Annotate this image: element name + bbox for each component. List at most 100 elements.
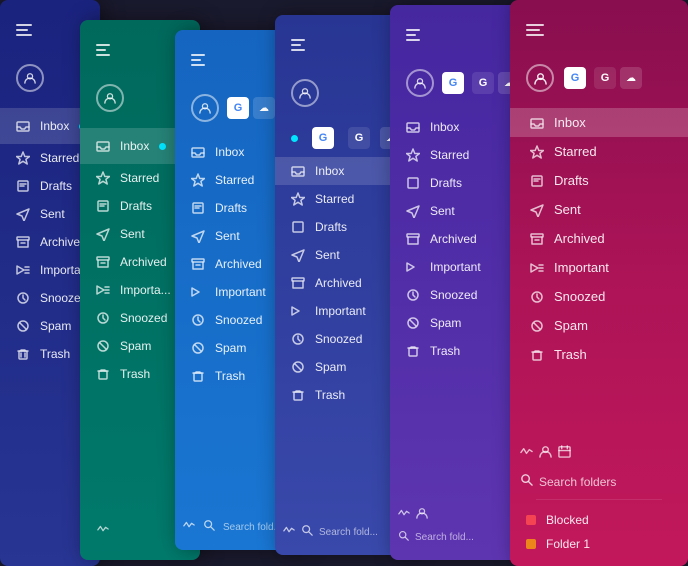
archived-label: Archived (215, 257, 262, 271)
search-folders-label: Search fold... (223, 522, 282, 533)
archived-label: Archived (315, 276, 362, 290)
menu-button[interactable] (510, 16, 688, 44)
search-icon (301, 523, 313, 541)
inbox-dot (291, 135, 298, 142)
snoozed-icon (16, 291, 30, 305)
important-label: Important (315, 304, 366, 318)
star-icon (16, 151, 30, 165)
sent-label: Sent (554, 202, 581, 217)
spam-icon (406, 316, 420, 330)
trash-icon (96, 367, 110, 381)
archived-label: Archived (430, 232, 477, 246)
account-section: G G ☁ (510, 56, 688, 100)
nav-archived[interactable]: Archived (510, 224, 688, 253)
sent-label: Sent (120, 227, 145, 241)
inbox-icon (96, 139, 110, 153)
drafts-label: Drafts (40, 179, 72, 193)
spam-icon (16, 319, 30, 333)
drafts-icon (406, 176, 420, 190)
archived-icon (16, 235, 30, 249)
archived-icon (96, 255, 110, 269)
person-icon (539, 445, 552, 463)
nav-snoozed[interactable]: Snoozed (510, 282, 688, 311)
archived-icon (291, 276, 305, 290)
drafts-label: Drafts (120, 199, 152, 213)
drafts-icon (191, 201, 205, 215)
important-icon (291, 304, 305, 318)
google-button[interactable]: G (227, 97, 249, 119)
star-icon (291, 192, 305, 206)
drafts-label: Drafts (430, 176, 462, 190)
starred-label: Starred (554, 144, 597, 159)
important-label: Important (215, 285, 266, 299)
search-folders-label: Search folders (539, 475, 616, 489)
search-folders-label: Search fold... (319, 527, 378, 538)
google-button[interactable]: G (564, 67, 586, 89)
snoozed-icon (96, 311, 110, 325)
panels-container: Inbox G Starred Drafts Sent (0, 0, 688, 566)
spam-label: Spam (430, 316, 461, 330)
inbox-label: Inbox (430, 120, 459, 134)
nav-inbox[interactable]: Inbox (510, 108, 688, 137)
spam-label: Spam (120, 339, 151, 353)
spam-icon (530, 319, 544, 333)
sent-label: Sent (40, 207, 65, 221)
trash-icon (16, 347, 30, 361)
avatar (291, 79, 319, 107)
calendar-icon (558, 445, 571, 463)
important-icon (406, 260, 420, 274)
inbox-label: Inbox (554, 115, 586, 130)
starred-label: Starred (315, 192, 354, 206)
inbox-label: Inbox (40, 119, 69, 133)
archived-label: Archived (120, 255, 167, 269)
search-icon (203, 518, 215, 536)
drafts-icon (291, 220, 305, 234)
important-icon (96, 283, 110, 297)
spam-label: Spam (315, 360, 346, 374)
nav-important[interactable]: Important (510, 253, 688, 282)
inbox-icon (530, 116, 544, 130)
starred-label: Starred (120, 171, 159, 185)
trash-icon (191, 369, 205, 383)
blocked-label: Blocked (546, 513, 589, 527)
spam-label: Spam (40, 319, 71, 333)
archived-icon (191, 257, 205, 271)
google-button-2[interactable]: G (348, 127, 370, 149)
nav-sent[interactable]: Sent (510, 195, 688, 224)
activity-icon (96, 522, 110, 536)
important-label: Important (554, 260, 609, 275)
trash-icon (291, 388, 305, 402)
avatar (16, 64, 44, 92)
google-button[interactable]: G (312, 127, 334, 149)
sent-icon (291, 248, 305, 262)
nav-trash[interactable]: Trash (510, 340, 688, 369)
important-label: Important (430, 260, 481, 274)
trash-label: Trash (430, 344, 460, 358)
snoozed-label: Snoozed (120, 311, 167, 325)
snoozed-icon (530, 290, 544, 304)
starred-label: Starred (40, 151, 79, 165)
starred-label: Starred (215, 173, 254, 187)
spam-label: Spam (554, 318, 588, 333)
important-icon (530, 261, 544, 275)
google-button-alt[interactable]: G (472, 72, 494, 94)
trash-label: Trash (120, 367, 150, 381)
snoozed-label: Snoozed (315, 332, 362, 346)
nav-starred[interactable]: Starred (510, 137, 688, 166)
inbox-icon (406, 120, 420, 134)
starred-label: Starred (430, 148, 469, 162)
inbox-label: Inbox (120, 139, 149, 153)
important-label: Importa... (120, 283, 171, 297)
sent-icon (191, 229, 205, 243)
trash-icon (406, 344, 420, 358)
activity-icon (283, 523, 295, 541)
nav-drafts[interactable]: Drafts (510, 166, 688, 195)
google-button-alt[interactable]: G (594, 67, 616, 89)
star-icon (96, 171, 110, 185)
google-button[interactable]: G (442, 72, 464, 94)
nav-folder-1[interactable]: Folder 1 (520, 532, 678, 556)
nav-spam[interactable]: Spam (510, 311, 688, 340)
spam-label: Spam (215, 341, 246, 355)
search-icon[interactable] (520, 473, 533, 491)
nav-blocked[interactable]: Blocked (520, 508, 678, 532)
